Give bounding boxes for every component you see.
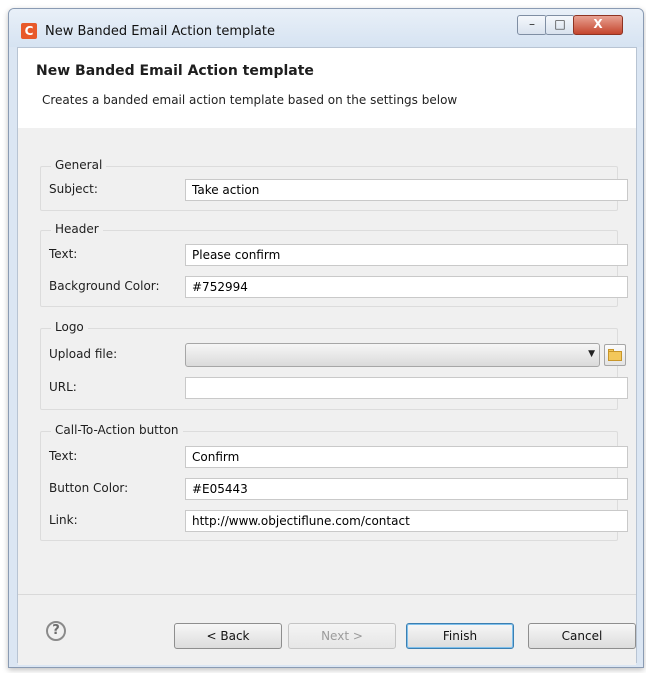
button-bar: ? < Back Next > Finish Cancel <box>18 594 636 665</box>
form-area: General Subject: Header Text: Background… <box>18 128 636 594</box>
close-button[interactable]: X <box>573 15 623 35</box>
browse-folder-button[interactable] <box>604 344 626 366</box>
next-button[interactable]: Next > <box>288 623 396 649</box>
subject-input[interactable] <box>185 179 628 201</box>
group-logo: Logo Upload file: ▼ URL: <box>40 320 628 410</box>
close-icon: X <box>593 17 603 31</box>
cta-text-input[interactable] <box>185 446 628 468</box>
group-title-header: Header <box>51 222 103 236</box>
maximize-button[interactable]: □ <box>545 15 575 35</box>
background-color-label: Background Color: <box>49 279 160 293</box>
button-color-label: Button Color: <box>49 481 129 495</box>
back-button[interactable]: < Back <box>174 623 282 649</box>
button-color-input[interactable] <box>185 478 628 500</box>
link-input[interactable] <box>185 510 628 532</box>
wizard-content: New Banded Email Action template Creates… <box>17 47 637 665</box>
subject-label: Subject: <box>49 182 98 196</box>
cancel-button[interactable]: Cancel <box>528 623 636 649</box>
title-bar[interactable]: C New Banded Email Action template – □ X <box>9 9 643 47</box>
group-title-logo: Logo <box>51 320 88 334</box>
app-icon: C <box>21 23 37 39</box>
group-header: Header Text: Background Color: <box>40 222 628 307</box>
dialog-window: C New Banded Email Action template – □ X… <box>8 8 644 668</box>
group-title-general: General <box>51 158 107 172</box>
url-input[interactable] <box>185 377 628 399</box>
finish-button[interactable]: Finish <box>406 623 514 649</box>
minimize-icon: – <box>529 17 535 31</box>
group-title-cta: Call-To-Action button <box>51 423 183 437</box>
chevron-down-icon: ▼ <box>588 349 595 359</box>
background-color-input[interactable] <box>185 276 628 298</box>
cta-text-label: Text: <box>49 449 78 463</box>
page-title: New Banded Email Action template <box>36 63 314 79</box>
url-label: URL: <box>49 380 77 394</box>
page-description: Creates a banded email action template b… <box>42 93 458 107</box>
upload-file-dropdown[interactable]: ▼ <box>185 343 600 367</box>
wizard-banner: New Banded Email Action template Creates… <box>18 48 636 129</box>
maximize-icon: □ <box>554 17 566 31</box>
header-text-input[interactable] <box>185 244 628 266</box>
folder-icon <box>608 351 622 361</box>
header-text-label: Text: <box>49 247 78 261</box>
minimize-button[interactable]: – <box>517 15 547 35</box>
window-title: New Banded Email Action template <box>45 24 275 39</box>
group-general: General Subject: <box>40 158 628 211</box>
link-label: Link: <box>49 513 78 527</box>
help-icon[interactable]: ? <box>46 621 66 641</box>
upload-file-label: Upload file: <box>49 347 118 361</box>
group-cta: Call-To-Action button Text: Button Color… <box>40 423 628 541</box>
